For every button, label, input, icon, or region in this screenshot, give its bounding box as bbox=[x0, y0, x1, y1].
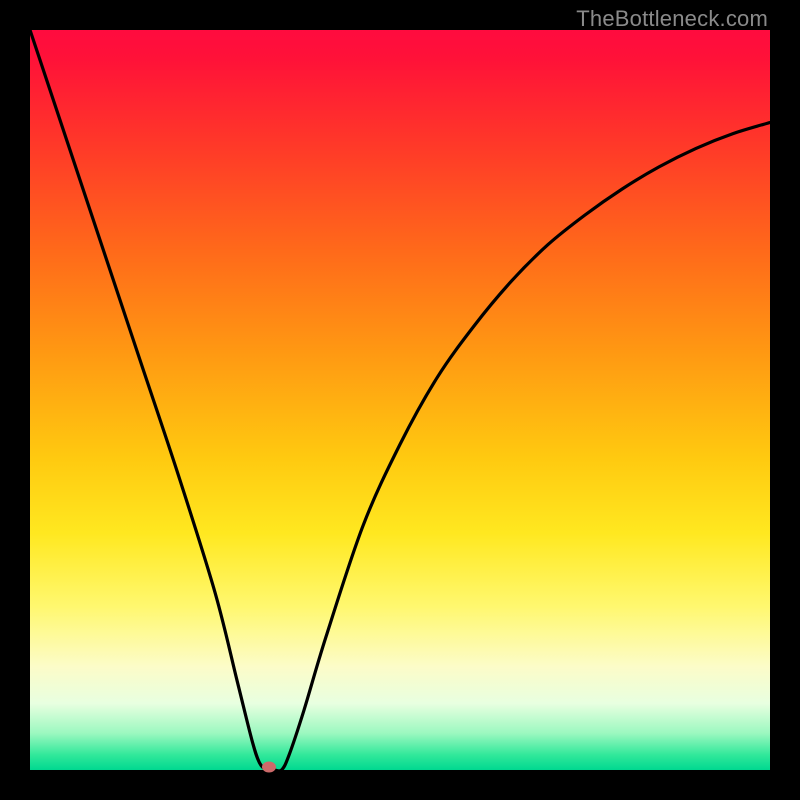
minimum-marker bbox=[262, 762, 276, 773]
watermark-text: TheBottleneck.com bbox=[576, 6, 768, 32]
bottleneck-curve bbox=[30, 30, 770, 770]
plot-area bbox=[30, 30, 770, 770]
curve-svg bbox=[30, 30, 770, 770]
chart-frame: TheBottleneck.com bbox=[0, 0, 800, 800]
